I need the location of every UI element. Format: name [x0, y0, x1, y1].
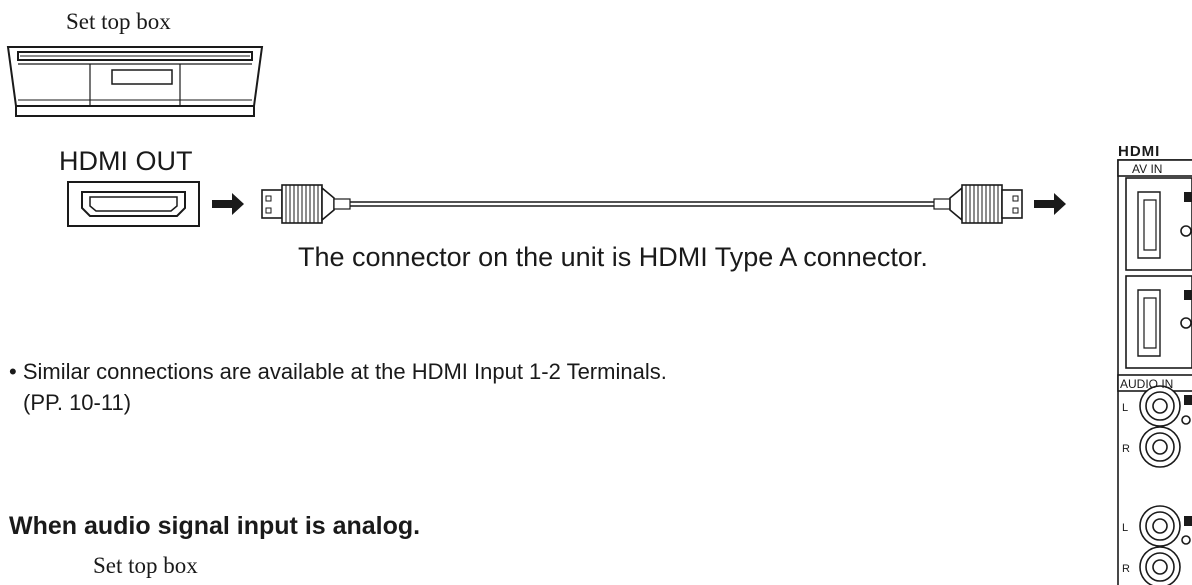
similar-note-page-ref: (PP. 10-11): [23, 390, 132, 415]
audio-in-label: AUDIO IN: [1120, 377, 1173, 391]
av-in-label: AV IN: [1132, 162, 1162, 176]
audio-left-label: L: [1122, 402, 1128, 414]
similar-note-line1: • Similar connections are available at t…: [9, 359, 667, 384]
hdmi-out-port: [67, 181, 200, 227]
hdmi-logo: HDMI: [1118, 143, 1160, 160]
audio-right-label: R: [1122, 563, 1130, 575]
similar-connections-note: • Similar connections are available at t…: [9, 356, 667, 418]
set-top-box-device: [6, 46, 264, 117]
arrow-icon: [1034, 193, 1066, 215]
audio-right-label: R: [1122, 443, 1130, 455]
connection-diagram: HDMI AV IN AUDIO IN L R L R: [6, 46, 1192, 585]
hdmi-cable: [261, 184, 1023, 224]
set-top-box-label: Set top box: [93, 553, 198, 578]
hdmi-out-label: HDMI OUT: [59, 146, 193, 176]
analog-audio-heading: When audio signal input is analog.: [9, 512, 421, 540]
set-top-box-label: Set top box: [66, 9, 171, 34]
terminal-panel: [1117, 159, 1192, 585]
audio-left-label: L: [1122, 522, 1128, 534]
arrow-icon: [212, 193, 244, 215]
connector-note: The connector on the unit is HDMI Type A…: [298, 242, 928, 272]
